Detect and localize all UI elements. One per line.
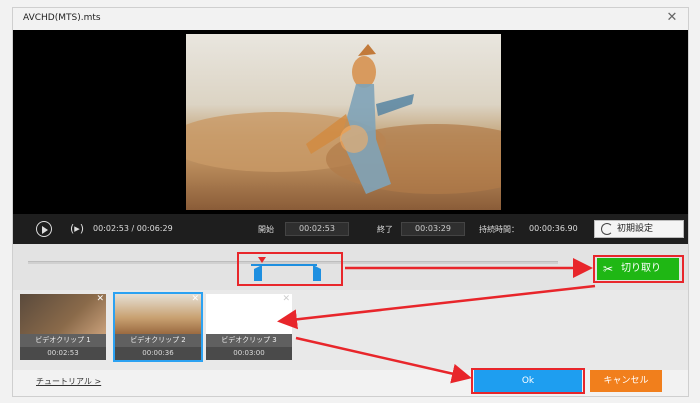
clip-name: ビデオクリップ 1 bbox=[20, 334, 106, 347]
window-title: AVCHD(MTS).mts bbox=[23, 13, 101, 23]
annotation-highlight-ok bbox=[471, 368, 585, 394]
time-separator: / bbox=[131, 224, 135, 233]
refresh-icon bbox=[601, 223, 613, 235]
video-frame bbox=[186, 34, 501, 210]
frame-step-icon[interactable]: (▸) bbox=[68, 221, 86, 237]
reset-label: 初期設定 bbox=[617, 224, 654, 234]
video-player bbox=[13, 30, 688, 214]
annotation-highlight-cut bbox=[593, 255, 684, 283]
clip-duration: 00:03:00 bbox=[206, 347, 292, 360]
clip-thumbnail bbox=[206, 294, 292, 334]
play-icon[interactable] bbox=[36, 221, 52, 237]
clip-item[interactable]: ✕ ビデオクリップ 1 00:02:53 bbox=[20, 294, 106, 360]
title-bar: AVCHD(MTS).mts ✕ bbox=[13, 8, 688, 30]
trim-dialog: AVCHD(MTS).mts ✕ (▸) 00:02:53 / 00:06:29… bbox=[0, 0, 700, 403]
total-time: 00:06:29 bbox=[136, 224, 173, 233]
duration-value: 00:00:36.90 bbox=[529, 224, 578, 233]
cancel-button[interactable]: キャンセル bbox=[590, 370, 662, 392]
clip-item[interactable]: ✕ ビデオクリップ 3 00:03:00 bbox=[206, 294, 292, 360]
tutorial-link[interactable]: チュートリアル > bbox=[36, 376, 101, 387]
clip-list: ✕ ビデオクリップ 1 00:02:53 ✕ ビデオクリップ 2 00:00:3… bbox=[13, 290, 688, 370]
start-label: 開始 bbox=[258, 225, 274, 234]
playback-time: 00:02:53 / 00:06:29 bbox=[93, 224, 173, 233]
close-icon[interactable]: ✕ bbox=[282, 294, 290, 304]
close-icon[interactable]: ✕ bbox=[191, 294, 199, 304]
close-icon[interactable]: ✕ bbox=[664, 10, 680, 26]
clip-thumbnail bbox=[115, 294, 201, 334]
video-dancer-image bbox=[306, 44, 414, 194]
clip-name: ビデオクリップ 2 bbox=[115, 334, 201, 347]
trim-timeline bbox=[13, 244, 688, 290]
clip-item[interactable]: ✕ ビデオクリップ 2 00:00:36 bbox=[113, 292, 203, 362]
end-time-field[interactable]: 00:03:29 bbox=[401, 222, 465, 236]
duration-label: 持続時間： bbox=[479, 225, 519, 234]
clip-thumbnail bbox=[20, 294, 106, 334]
clip-duration: 00:00:36 bbox=[115, 347, 201, 360]
clip-duration: 00:02:53 bbox=[20, 347, 106, 360]
playback-controls: (▸) 00:02:53 / 00:06:29 開始 00:02:53 終了 0… bbox=[13, 214, 688, 244]
dialog-footer bbox=[13, 370, 688, 396]
start-time-field[interactable]: 00:02:53 bbox=[285, 222, 349, 236]
reset-button[interactable]: 初期設定 bbox=[594, 220, 684, 238]
clip-name: ビデオクリップ 3 bbox=[206, 334, 292, 347]
close-icon[interactable]: ✕ bbox=[96, 294, 104, 304]
annotation-highlight-trim bbox=[237, 252, 343, 286]
current-time: 00:02:53 bbox=[93, 224, 129, 233]
end-label: 終了 bbox=[377, 225, 393, 234]
